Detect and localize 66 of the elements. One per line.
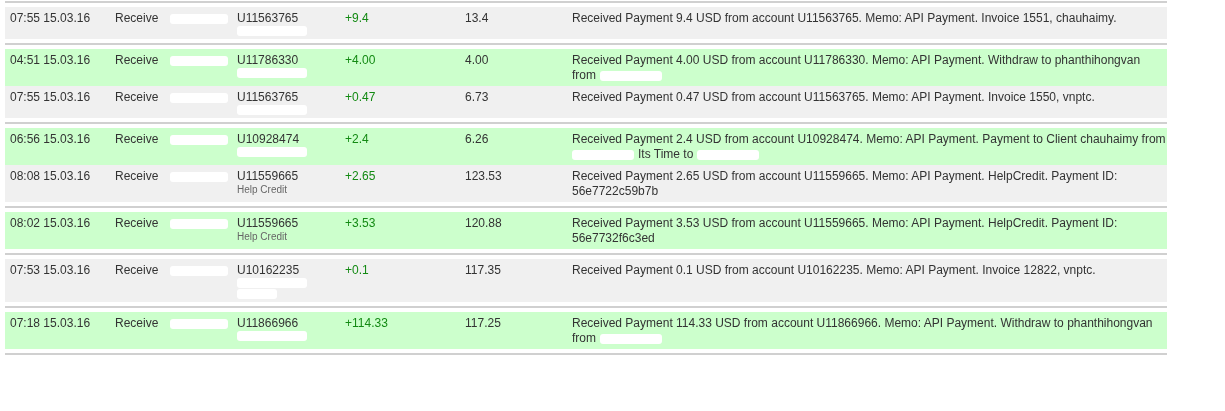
table-cell-text: Receive xyxy=(115,90,160,104)
redaction-mark xyxy=(600,333,662,344)
amount-cell-text: +9.4 xyxy=(345,11,370,25)
table-cell-text: U11563765 xyxy=(237,90,300,104)
redaction-mark xyxy=(170,218,228,229)
table-cell-text: 06:56 15.03.16 xyxy=(10,132,92,146)
amount-cell-text: +0.47 xyxy=(345,90,377,104)
amount-cell-text: +4.00 xyxy=(345,53,377,67)
table-cell-text: 4.00 xyxy=(465,53,490,67)
table-cell-text: Receive xyxy=(115,263,160,277)
memo-text: Received Payment 9.4 USD from account U11563765. Memo: API Payment. Invoice 1551, chauhaimy. xyxy=(572,11,1118,26)
table-cell-text: 6.73 xyxy=(465,90,490,104)
table-cell-text: 120.88 xyxy=(465,216,503,230)
table-cell-text: U11866966 xyxy=(237,316,300,330)
redaction-mark xyxy=(170,134,228,145)
table-cell-text: Receive xyxy=(115,53,160,67)
redaction-mark xyxy=(237,147,307,157)
memo-text: Received Payment 0.1 USD from account U10162235. Memo: API Payment. Invoice 12822, vnptc. xyxy=(572,263,1097,278)
table-cell-text: 07:53 15.03.16 xyxy=(10,263,92,277)
table-cell-text: U11786330 xyxy=(237,53,300,67)
table-cell-text: U11559665 xyxy=(237,216,300,230)
table-cell-text: 07:55 15.03.16 xyxy=(10,11,92,25)
table-cell-text: Receive xyxy=(115,132,160,146)
memo-text: Received Payment 3.53 USD from account U11559665. Memo: API Payment. HelpCredit. Payment ID: xyxy=(572,216,1119,231)
amount-cell-text: +3.53 xyxy=(345,216,377,230)
table-cell-text: Receive xyxy=(115,11,160,25)
memo-text: Received Payment 0.47 USD from account U11563765. Memo: API Payment. Invoice 1550, vnptc. xyxy=(572,90,1096,105)
table-cell-text: 07:55 15.03.16 xyxy=(10,90,92,104)
table-cell-text: 08:08 15.03.16 xyxy=(10,169,92,183)
redaction-mark xyxy=(170,318,228,329)
amount-cell-text: +2.4 xyxy=(345,132,370,146)
memo-text: Received Payment 4.00 USD from account U11786330. Memo: API Payment. Withdraw to phanthihongvan xyxy=(572,53,1142,68)
table-cell-text: U11563765 xyxy=(237,11,300,25)
account-note: Help Credit xyxy=(237,231,289,242)
memo-text: Received Payment 114.33 USD from account U11866966. Memo: API Payment. Withdraw to phanthihongvan xyxy=(572,316,1154,331)
table-cell-text: 07:18 15.03.16 xyxy=(10,316,92,330)
table-cell-text: 08:02 15.03.16 xyxy=(10,216,92,230)
table-cell-text: Receive xyxy=(115,169,160,183)
redaction-mark xyxy=(697,149,760,160)
memo-text: from xyxy=(572,68,596,83)
memo-text: 56e7722c59b7b xyxy=(572,184,659,199)
amount-cell-text: +0.1 xyxy=(345,263,370,277)
table-cell-text: 04:51 15.03.16 xyxy=(10,53,92,67)
table-cell-text: 123.53 xyxy=(465,169,503,183)
redaction-mark xyxy=(237,68,307,78)
redaction-mark xyxy=(600,70,662,81)
memo-text: Received Payment 2.65 USD from account U11559665. Memo: API Payment. HelpCredit. Payment ID: xyxy=(572,169,1119,184)
redaction-mark xyxy=(572,149,634,160)
table-cell-text: 6.26 xyxy=(465,132,490,146)
memo-text: Received Payment 2.4 USD from account U10928474. Memo: API Payment. Payment to Client chauhaimy from xyxy=(572,132,1167,147)
table-cell-text: U11559665 xyxy=(237,169,300,183)
table-cell-text: U10928474 xyxy=(237,132,301,146)
table-cell-text: 13.4 xyxy=(465,11,490,25)
amount-cell-text: +114.33 xyxy=(345,316,389,330)
amount-cell-text: +2.65 xyxy=(345,169,377,183)
table-cell-text: Receive xyxy=(115,316,160,330)
table-cell-text: U10162235 xyxy=(237,263,301,277)
redaction-mark xyxy=(170,55,228,66)
memo-text: Its Time to xyxy=(638,147,694,162)
memo-text: 56e7732f6c3ed xyxy=(572,231,655,246)
memo-text: from xyxy=(572,331,596,346)
account-note: Help Credit xyxy=(237,184,289,195)
table-cell-text: 117.25 xyxy=(465,316,502,330)
table-cell-text: Receive xyxy=(115,216,160,230)
redaction-mark xyxy=(237,331,307,341)
table-cell-text: 117.35 xyxy=(465,263,502,277)
